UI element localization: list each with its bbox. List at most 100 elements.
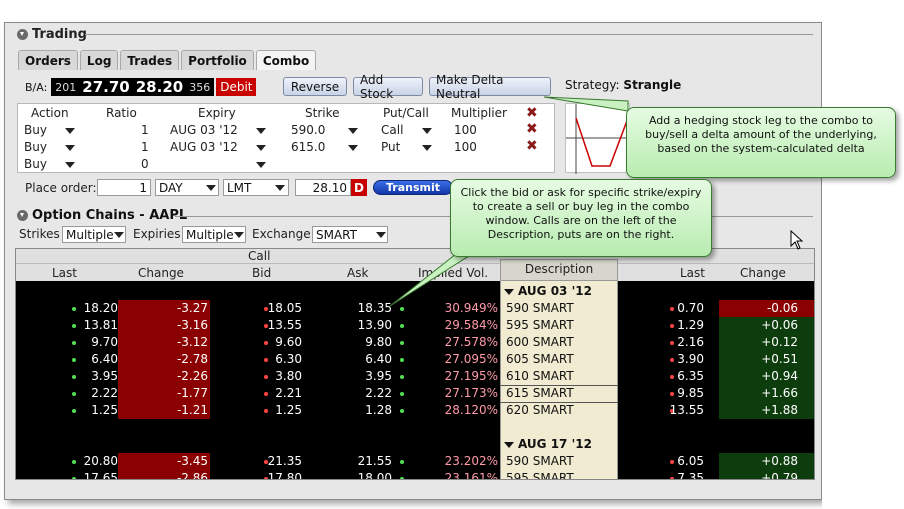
call-bid[interactable]: 6.30 xyxy=(275,352,302,366)
reverse-button[interactable]: Reverse xyxy=(283,77,347,96)
leg3-action[interactable]: Buy xyxy=(24,157,47,171)
order-type-dropdown-icon[interactable] xyxy=(275,185,285,191)
call-bid[interactable]: 1.25 xyxy=(275,403,302,417)
page-margin xyxy=(822,20,904,509)
call-implied-vol: 23.202% xyxy=(444,454,498,468)
transmit-button[interactable]: Transmit xyxy=(373,180,453,195)
add-stock-button[interactable]: Add Stock xyxy=(353,73,423,101)
make-delta-neutral-button[interactable]: Make Delta Neutral xyxy=(429,73,551,101)
col-call-bid[interactable]: Bid xyxy=(252,266,271,280)
leg2-strike[interactable]: 615.0 xyxy=(291,140,325,154)
call-ask[interactable]: 9.80 xyxy=(365,335,392,349)
call-bid[interactable]: 3.80 xyxy=(275,369,302,383)
leg1-ratio[interactable]: 1 xyxy=(141,123,149,137)
leg1-right-dropdown-icon[interactable] xyxy=(422,128,432,134)
collapse-icon[interactable] xyxy=(17,28,28,40)
leg2-remove-icon[interactable]: ✖ xyxy=(526,138,538,154)
col-put-last[interactable]: Last xyxy=(680,266,705,280)
col-call-ask[interactable]: Ask xyxy=(347,266,368,280)
last-tick-icon xyxy=(72,358,76,362)
call-ask[interactable]: 3.95 xyxy=(365,369,392,383)
tif-dropdown-icon[interactable] xyxy=(206,185,216,191)
leg2-action-dropdown-icon[interactable] xyxy=(65,145,75,151)
call-bid[interactable]: 18.05 xyxy=(268,301,302,315)
title-divider xyxy=(85,34,813,35)
leg2-expiry-dropdown-icon[interactable] xyxy=(256,145,266,151)
leg1-expiry[interactable]: AUG 03 '12 xyxy=(170,123,238,137)
limit-price-field[interactable]: 28.10 xyxy=(295,179,351,196)
leg2-ratio[interactable]: 1 xyxy=(141,140,149,154)
expiry-group-label[interactable]: AUG 17 '12 xyxy=(504,437,592,451)
strikes-dropdown-icon[interactable] xyxy=(114,232,124,238)
strike-description[interactable]: 595 SMART xyxy=(506,318,574,332)
expiries-dropdown-icon[interactable] xyxy=(234,232,244,238)
call-change: -2.86 xyxy=(176,471,208,480)
leg1-right[interactable]: Call xyxy=(381,123,403,137)
ask-tick-icon xyxy=(400,358,404,362)
bid-tick-icon xyxy=(264,409,268,413)
tab-log[interactable]: Log xyxy=(79,50,119,70)
leg1-strike-dropdown-icon[interactable] xyxy=(348,128,358,134)
leg3-action-dropdown-icon[interactable] xyxy=(65,162,75,168)
call-ask[interactable]: 2.22 xyxy=(365,386,392,400)
tab-orders[interactable]: Orders xyxy=(18,50,78,70)
call-bid[interactable]: 13.55 xyxy=(268,318,302,332)
option-chains-title-bar[interactable]: Option Chains - AAPL xyxy=(17,208,187,223)
window-title-bar[interactable]: Trading xyxy=(17,23,87,45)
expand-triangle-icon[interactable] xyxy=(504,442,514,448)
call-ask[interactable]: 21.55 xyxy=(358,454,392,468)
col-call-last[interactable]: Last xyxy=(52,266,77,280)
col-call-change[interactable]: Change xyxy=(138,266,184,280)
description-header[interactable]: Description xyxy=(500,259,618,281)
leg3-ratio[interactable]: 0 xyxy=(141,157,149,171)
call-ask[interactable]: 13.90 xyxy=(358,318,392,332)
chains-collapse-icon[interactable] xyxy=(17,210,28,221)
leg2-right-dropdown-icon[interactable] xyxy=(422,145,432,151)
strike-description[interactable]: 595 SMART xyxy=(506,471,574,479)
call-change: -2.78 xyxy=(176,352,208,366)
call-ask[interactable]: 1.28 xyxy=(365,403,392,417)
leg1-strike[interactable]: 590.0 xyxy=(291,123,325,137)
strike-description[interactable]: 620 SMART xyxy=(506,403,574,417)
strike-description[interactable]: 615 SMART xyxy=(506,386,574,400)
leg1-action-dropdown-icon[interactable] xyxy=(65,128,75,134)
put-last-tick-icon xyxy=(670,477,674,479)
exchange-dropdown-icon[interactable] xyxy=(376,232,386,238)
ask-price[interactable]: 28.20 xyxy=(136,78,183,96)
expand-triangle-icon[interactable] xyxy=(504,289,514,295)
strike-description[interactable]: 590 SMART xyxy=(506,454,574,468)
call-bid[interactable]: 2.21 xyxy=(275,386,302,400)
leg2-action[interactable]: Buy xyxy=(24,140,47,154)
call-bid[interactable]: 9.60 xyxy=(275,335,302,349)
clear-all-icon[interactable]: ✖ xyxy=(526,105,538,121)
leg2-expiry[interactable]: AUG 03 '12 xyxy=(170,140,238,154)
call-bid[interactable]: 21.35 xyxy=(268,454,302,468)
leg2-right[interactable]: Put xyxy=(381,140,400,154)
expiry-group-label[interactable]: AUG 03 '12 xyxy=(504,284,592,298)
call-ask[interactable]: 6.40 xyxy=(365,352,392,366)
strike-description[interactable]: 605 SMART xyxy=(506,352,574,366)
col-put-change[interactable]: Change xyxy=(740,266,786,280)
strategy-value: Strangle xyxy=(623,78,682,92)
strike-description[interactable]: 600 SMART xyxy=(506,335,574,349)
leg2-multiplier: 100 xyxy=(454,140,477,154)
order-quantity-field[interactable]: 1 xyxy=(97,179,151,196)
tab-trades[interactable]: Trades xyxy=(120,50,180,70)
leg2-strike-dropdown-icon[interactable] xyxy=(348,145,358,151)
strike-description[interactable]: 590 SMART xyxy=(506,301,574,315)
bid-tick-icon xyxy=(264,358,268,362)
expiry-group-row[interactable]: AUG 17 '12 xyxy=(16,436,814,453)
leg1-action[interactable]: Buy xyxy=(24,123,47,137)
tab-combo[interactable]: Combo xyxy=(255,50,317,70)
call-ask[interactable]: 18.00 xyxy=(358,471,392,479)
call-last: 3.95 xyxy=(91,369,118,383)
leg1-expiry-dropdown-icon[interactable] xyxy=(256,128,266,134)
leg1-remove-icon[interactable]: ✖ xyxy=(526,121,538,137)
call-bid[interactable]: 17.80 xyxy=(268,471,302,479)
order-flag-badge[interactable]: D xyxy=(351,179,367,196)
expiries-value: Multiple xyxy=(186,227,234,242)
leg3-expiry-dropdown-icon[interactable] xyxy=(256,162,266,168)
bid-price[interactable]: 27.70 xyxy=(82,78,129,96)
tab-portfolio[interactable]: Portfolio xyxy=(181,50,254,70)
strike-description[interactable]: 610 SMART xyxy=(506,369,574,383)
